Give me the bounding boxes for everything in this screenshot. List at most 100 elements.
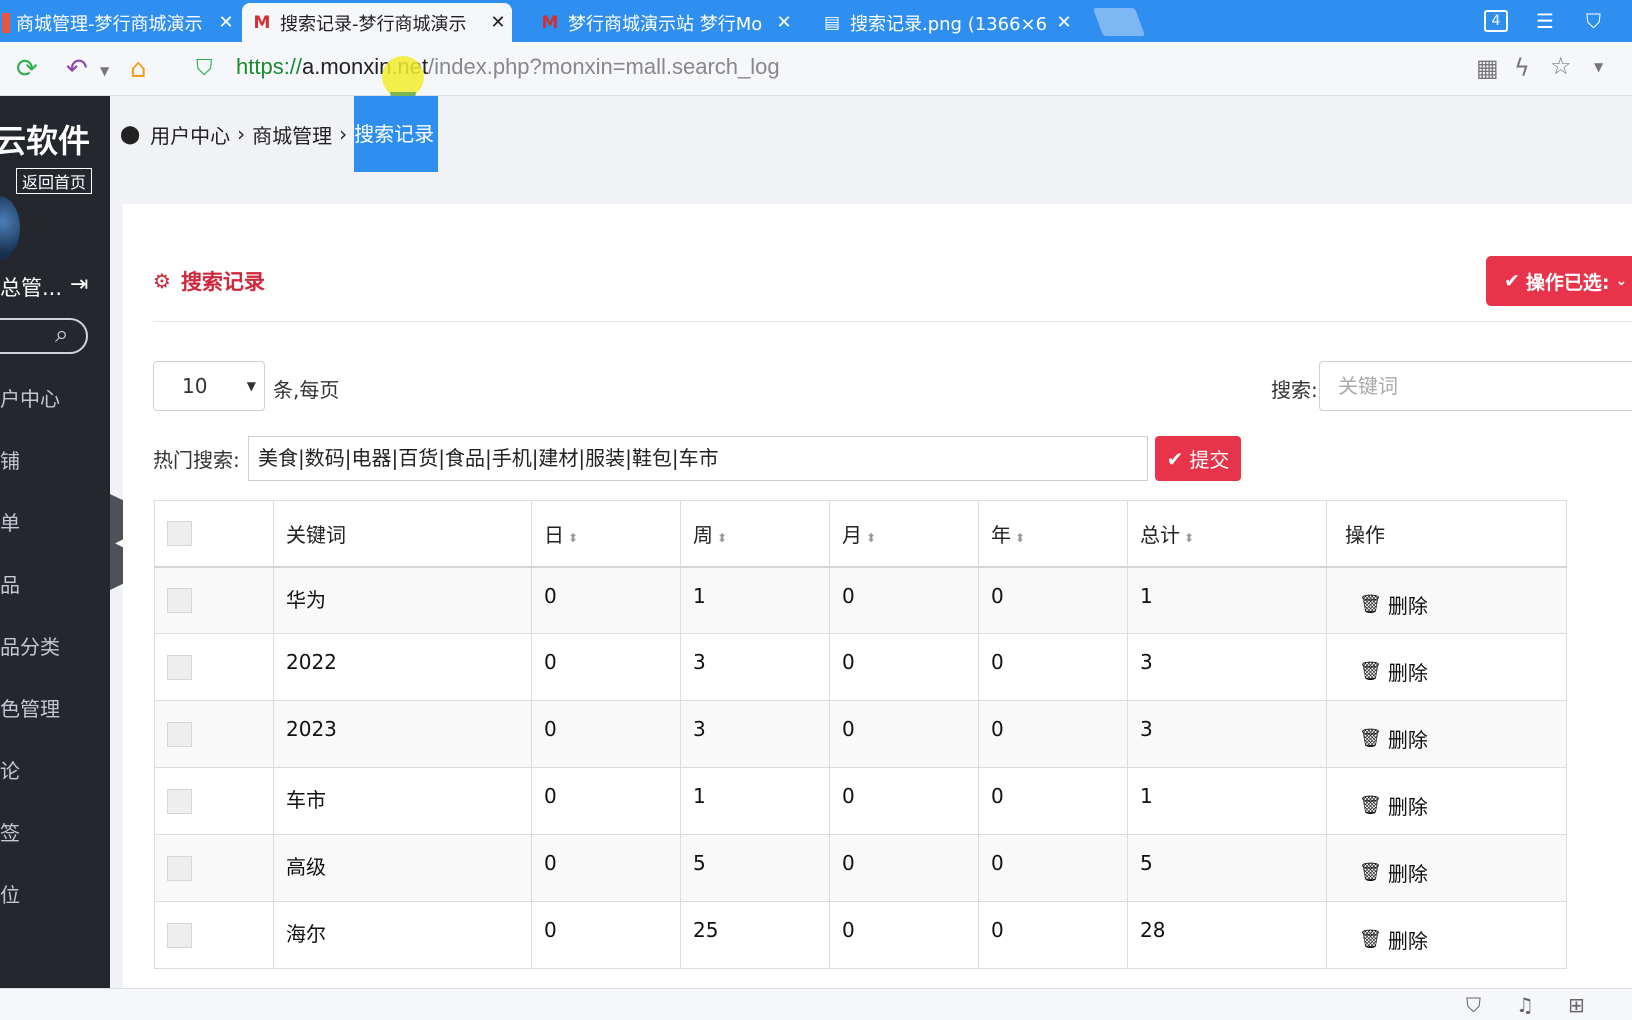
page-size-select[interactable]: 10 ▼ [153, 361, 265, 411]
sort-icon[interactable]: ⬍ [717, 531, 727, 545]
cell-month: 0 [829, 901, 979, 969]
shield-icon[interactable]: ⛉ [1466, 993, 1481, 1017]
cell-month: 0 [829, 700, 979, 768]
cell-total: 1 [1127, 566, 1327, 634]
sidebar-item-user-center[interactable]: 户中心 [0, 383, 60, 412]
tab-title: 搜索记录.png (1366×6 [850, 13, 1048, 35]
sidebar-item-products[interactable]: 品 [0, 569, 20, 598]
sort-icon[interactable]: ⬍ [568, 531, 578, 545]
cell-month: 0 [829, 633, 979, 701]
sort-icon[interactable]: ⬍ [1015, 531, 1025, 545]
row-checkbox[interactable] [167, 588, 192, 614]
delete-button[interactable]: 🗑 删除 [1359, 925, 1428, 954]
menu-icon[interactable]: ☰ [1536, 9, 1554, 33]
delete-button[interactable]: 🗑 删除 [1359, 657, 1428, 686]
document-icon [2, 12, 10, 33]
row-checkbox[interactable] [167, 655, 192, 680]
header-total[interactable]: 总计 ⬍ [1127, 500, 1327, 568]
cell-keyword: 2023 [273, 700, 532, 768]
breadcrumb-item[interactable]: 商城管理 [252, 120, 332, 149]
return-home-link[interactable]: 返回首页 [16, 168, 93, 194]
cell-action: 🗑 删除 [1326, 633, 1567, 701]
browser-tab-1[interactable]: 商城管理-梦行商城演示 ✕ [0, 3, 240, 42]
close-icon[interactable]: ✕ [1050, 12, 1078, 33]
row-checkbox[interactable] [167, 722, 192, 747]
submit-label: 提交 [1189, 448, 1230, 472]
user-name[interactable]: 总管... [0, 272, 62, 302]
close-icon[interactable]: ✕ [770, 12, 798, 33]
url-path: /index.php?monxin=mall.search_log [428, 54, 780, 79]
breadcrumb-item[interactable]: 用户中心 [150, 120, 230, 149]
row-checkbox[interactable] [167, 789, 192, 814]
star-icon[interactable]: ☆ [1550, 52, 1572, 80]
delete-button[interactable]: 🗑 删除 [1359, 724, 1428, 753]
row-checkbox[interactable] [167, 923, 192, 948]
delete-button[interactable]: 🗑 删除 [1359, 791, 1428, 820]
sidebar-item-tags[interactable]: 签 [0, 817, 20, 846]
undo-icon[interactable]: ↶ [66, 54, 88, 84]
close-icon[interactable]: ✕ [212, 12, 240, 33]
sidebar-item-comments[interactable]: 论 [0, 755, 20, 784]
delete-button[interactable]: 🗑 删除 [1359, 590, 1428, 619]
delete-label: 删除 [1387, 593, 1428, 618]
header-month[interactable]: 月 ⬍ [829, 500, 979, 568]
close-icon[interactable]: ✕ [484, 12, 512, 33]
header-label: 总计 [1140, 522, 1180, 547]
row-select-cell [154, 700, 274, 768]
cell-total: 5 [1127, 834, 1327, 902]
browser-tab-4[interactable]: ▤ 搜索记录.png (1366×6 ✕ [812, 3, 1078, 42]
chevron-down-icon[interactable]: ▼ [1594, 60, 1603, 74]
header-label: 日 [544, 522, 564, 547]
cell-day: 0 [531, 834, 681, 902]
shield-icon: ⛉ [196, 56, 213, 81]
download-icon[interactable]: ⊞ [1568, 993, 1585, 1017]
sidebar-item-roles[interactable]: 色管理 [0, 693, 60, 722]
header-action: 操作 [1326, 500, 1567, 568]
sidebar-item-orders[interactable]: 单 [0, 507, 20, 536]
per-page-label: 条,每页 [273, 378, 340, 402]
url-field[interactable]: https://a.monxin.net/index.php?monxin=ma… [236, 54, 780, 80]
header-week[interactable]: 周 ⬍ [680, 500, 830, 568]
row-checkbox[interactable] [167, 856, 192, 881]
table-row: 高级 0 5 0 0 5 🗑 删除 [154, 834, 1567, 902]
sort-icon[interactable]: ⬍ [866, 531, 876, 545]
sidebar-item-categories[interactable]: 品分类 [0, 631, 60, 660]
bulk-action-label: 操作已选: [1525, 271, 1610, 294]
delete-button[interactable]: 🗑 删除 [1359, 858, 1428, 887]
table-row: 海尔 0 25 0 0 28 🗑 删除 [154, 901, 1567, 969]
browser-tab-2[interactable]: M 搜索记录-梦行商城演示 ✕ [242, 3, 512, 42]
cell-keyword: 2022 [273, 633, 532, 701]
cell-day: 0 [531, 700, 681, 768]
lightning-icon[interactable]: ϟ [1514, 54, 1530, 82]
tab-title: 梦行商城演示站 梦行Mo [568, 13, 763, 35]
chevron-down-icon[interactable]: ▼ [100, 64, 109, 78]
new-tab-button[interactable] [1092, 8, 1146, 36]
logout-icon[interactable]: ⇥ [70, 272, 88, 297]
sidebar-search-input[interactable] [0, 318, 88, 354]
cell-action: 🗑 删除 [1326, 700, 1567, 768]
sidebar-item-positions[interactable]: 位 [0, 879, 20, 908]
browser-tab-3[interactable]: M 梦行商城演示站 梦行Mo ✕ [530, 3, 798, 42]
home-icon[interactable]: ⌂ [130, 54, 147, 84]
volume-icon[interactable]: ♫ [1516, 993, 1534, 1017]
search-icon[interactable]: ⌕ [55, 320, 68, 348]
search-label: 搜索: [1271, 378, 1318, 402]
tab-count-badge[interactable]: 4 [1484, 10, 1508, 32]
qr-code-icon[interactable]: ▦ [1476, 54, 1499, 82]
skin-icon[interactable]: ⛉ [1586, 9, 1601, 33]
avatar[interactable] [0, 196, 20, 260]
chevron-down-icon: ▼ [246, 379, 256, 393]
table-row: 2022 0 3 0 0 3 🗑 删除 [154, 633, 1567, 701]
sort-icon[interactable]: ⬍ [1184, 531, 1194, 545]
sidebar-item-shops[interactable]: 铺 [0, 445, 20, 474]
cell-month: 0 [829, 834, 979, 902]
select-all-checkbox[interactable] [167, 521, 192, 547]
bulk-action-button[interactable]: ✔ 操作已选: ⌄ [1486, 256, 1632, 306]
header-day[interactable]: 日 ⬍ [531, 500, 681, 568]
cell-week: 3 [680, 633, 830, 701]
submit-button[interactable]: ✔ 提交 [1155, 436, 1241, 481]
search-input[interactable]: 关键词 [1319, 361, 1632, 411]
header-year[interactable]: 年 ⬍ [978, 500, 1128, 568]
hot-search-input[interactable]: 美食|数码|电器|百货|食品|手机|建材|服装|鞋包|车市 [248, 436, 1148, 481]
refresh-icon[interactable]: ⟳ [16, 54, 38, 84]
